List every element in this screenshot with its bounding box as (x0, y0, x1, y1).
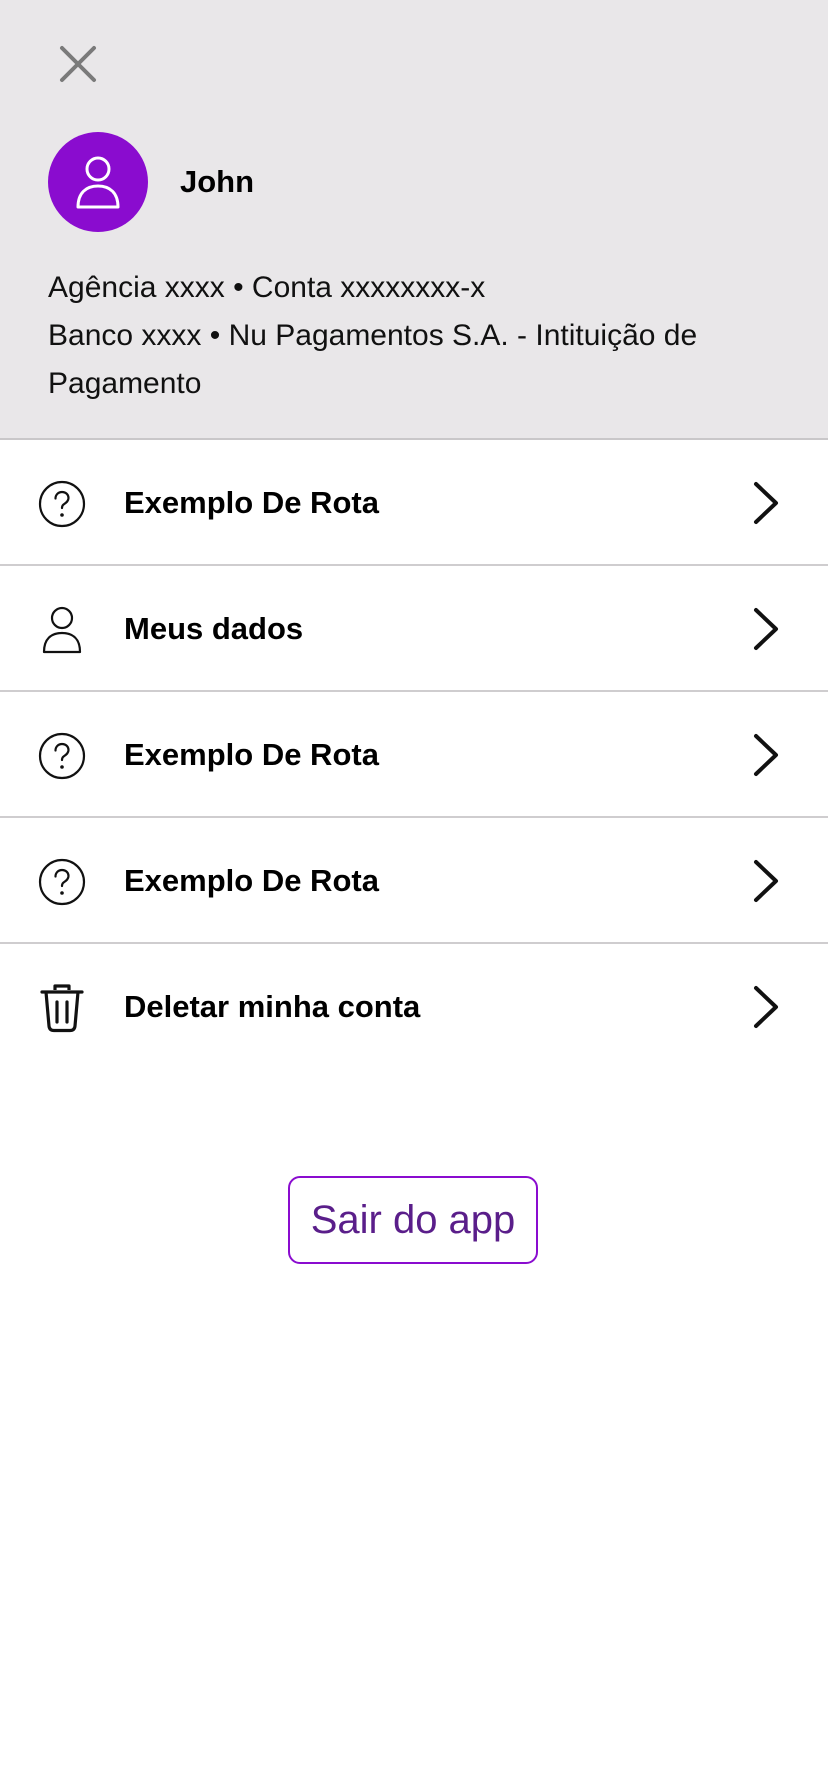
user-avatar-icon (76, 156, 120, 209)
trash-icon (40, 984, 84, 1033)
menu-item-label: Exemplo De Rota (124, 863, 379, 898)
menu-item-exemplo-de-rota-2[interactable]: Exemplo De Rota (0, 692, 828, 818)
help-circle-icon (38, 480, 86, 528)
menu-item-deletar-minha-conta[interactable]: Deletar minha conta (0, 944, 828, 1070)
user-name: John (180, 164, 255, 199)
chevron-right-icon (754, 860, 778, 902)
account-line-bank: Banco xxxx • Nu Pagamentos S.A. - Intitu… (48, 319, 698, 400)
profile-header: John Agência xxxx • Conta xxxxxxxx-x Ban… (0, 0, 828, 440)
help-circle-icon (38, 732, 86, 780)
menu-item-label: Deletar minha conta (124, 989, 421, 1024)
chevron-right-icon (754, 608, 778, 650)
avatar (48, 132, 148, 232)
menu-item-label: Exemplo De Rota (124, 737, 379, 772)
menu-item-exemplo-de-rota-3[interactable]: Exemplo De Rota (0, 818, 828, 944)
menu-item-label: Meus dados (124, 611, 304, 646)
account-line-agency: Agência xxxx • Conta xxxxxxxx-x (48, 271, 486, 304)
menu-item-meus-dados[interactable]: Meus dados (0, 566, 828, 692)
account-info: Agência xxxx • Conta xxxxxxxx-x Banco xx… (48, 264, 788, 408)
chevron-right-icon (754, 482, 778, 524)
chevron-right-icon (754, 986, 778, 1028)
chevron-right-icon (754, 734, 778, 776)
close-button[interactable] (54, 40, 102, 88)
user-icon (42, 606, 82, 654)
help-circle-icon (38, 858, 86, 906)
menu-item-exemplo-de-rota-1[interactable]: Exemplo De Rota (0, 440, 828, 566)
menu-list: Exemplo De Rota Meus dados Exemplo De Ro… (0, 440, 828, 1070)
logout-button[interactable]: Sair do app (288, 1176, 538, 1264)
close-icon (60, 46, 96, 82)
menu-item-label: Exemplo De Rota (124, 485, 379, 520)
